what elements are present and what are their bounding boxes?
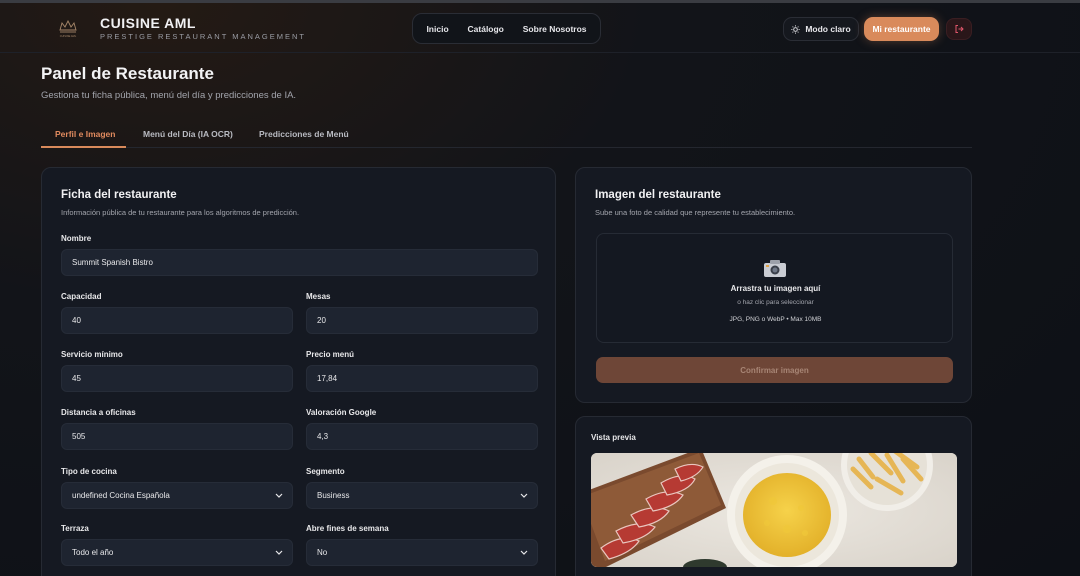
label-capacidad: Capacidad — [61, 292, 102, 301]
image-card-subtitle: Sube una foto de calidad que represente … — [595, 208, 796, 217]
mesas-input[interactable]: 20 — [306, 307, 538, 334]
fines-semana-value: No — [317, 548, 328, 557]
logout-button[interactable] — [946, 18, 972, 40]
logo-lettering: CUISINE AML — [60, 34, 77, 38]
label-terraza: Terraza — [61, 524, 89, 533]
sun-icon — [791, 24, 801, 34]
distancia-oficinas-input[interactable]: 505 — [61, 423, 293, 450]
crown-logo-icon: CUISINE AML — [59, 19, 77, 38]
terraza-select[interactable]: Todo el año — [61, 539, 293, 566]
brand-title: CUISINE AML — [100, 15, 196, 31]
servicio-minimo-input[interactable]: 45 — [61, 365, 293, 392]
dropzone-subtitle: o haz clic para seleccionar — [737, 299, 814, 306]
restaurant-image-card: Imagen del restaurante Sube una foto de … — [575, 167, 972, 403]
image-card-title: Imagen del restaurante — [595, 189, 721, 201]
label-precio-menu: Precio menú — [306, 350, 355, 359]
precio-menu-input[interactable]: 17,84 — [306, 365, 538, 392]
tipo-cocina-select[interactable]: undefined Cocina Española — [61, 482, 293, 509]
page-title: Panel de Restaurante — [41, 64, 214, 83]
label-fines-semana: Abre fines de semana — [306, 524, 389, 533]
chevron-down-icon — [519, 548, 529, 558]
preview-label: Vista previa — [591, 433, 636, 442]
chevron-down-icon — [274, 548, 284, 558]
label-servicio-minimo: Servicio mínimo — [61, 350, 123, 359]
valoracion-google-input[interactable]: 4,3 — [306, 423, 538, 450]
dashboard-tabs: Perfil e Imagen Menú del Día (IA OCR) Pr… — [41, 121, 972, 148]
image-preview-card: Vista previa — [575, 416, 972, 576]
brand-subtitle: PRESTIGE RESTAURANT MANAGEMENT — [100, 32, 306, 41]
fines-semana-select[interactable]: No — [306, 539, 538, 566]
terraza-value: Todo el año — [72, 548, 114, 557]
brand-logo[interactable]: CUISINE AML — [55, 17, 81, 39]
camera-icon — [764, 260, 786, 277]
active-tab-indicator — [41, 146, 126, 148]
segmento-value: Business — [317, 491, 350, 500]
nav-link-catalogo[interactable]: Catálogo — [468, 24, 504, 34]
food-photo — [591, 453, 957, 567]
label-mesas: Mesas — [306, 292, 331, 301]
chevron-down-icon — [519, 491, 529, 501]
segmento-select[interactable]: Business — [306, 482, 538, 509]
logout-icon — [955, 25, 964, 33]
tab-perfil-imagen[interactable]: Perfil e Imagen — [55, 129, 115, 139]
restaurant-profile-card: Ficha del restaurante Información públic… — [41, 167, 556, 576]
label-distancia-oficinas: Distancia a oficinas — [61, 408, 136, 417]
theme-toggle-label: Modo claro — [805, 24, 851, 34]
dropzone-formats: JPG, PNG o WebP • Max 10MB — [729, 316, 822, 323]
page-subtitle: Gestiona tu ficha pública, menú del día … — [41, 90, 297, 101]
chevron-down-icon — [274, 491, 284, 501]
restaurant-preview-image — [591, 453, 957, 567]
tab-menu-del-dia[interactable]: Menú del Día (IA OCR) — [143, 129, 233, 139]
nav-link-inicio[interactable]: Inicio — [426, 24, 448, 34]
nav-link-sobre-nosotros[interactable]: Sobre Nosotros — [523, 24, 587, 34]
theme-toggle-button[interactable]: Modo claro — [783, 17, 859, 41]
label-nombre: Nombre — [61, 234, 92, 243]
profile-card-subtitle: Información pública de tu restaurante pa… — [61, 208, 300, 217]
dropzone-title: Arrastra tu imagen aquí — [730, 284, 821, 293]
main-nav: Inicio Catálogo Sobre Nosotros — [412, 13, 601, 44]
my-restaurant-button[interactable]: Mi restaurante — [864, 17, 939, 41]
label-tipo-cocina: Tipo de cocina — [61, 467, 117, 476]
image-dropzone[interactable]: Arrastra tu imagen aquí o haz clic para … — [596, 233, 953, 343]
nombre-input[interactable]: Summit Spanish Bistro — [61, 249, 538, 276]
profile-card-title: Ficha del restaurante — [61, 189, 177, 201]
tipo-cocina-value: undefined Cocina Española — [72, 491, 170, 500]
label-segmento: Segmento — [306, 467, 345, 476]
capacidad-input[interactable]: 40 — [61, 307, 293, 334]
confirm-image-button[interactable]: Confirmar imagen — [596, 357, 953, 383]
label-valoracion-google: Valoración Google — [306, 408, 377, 417]
top-header: CUISINE AML CUISINE AML PRESTIGE RESTAUR… — [0, 3, 1080, 53]
tab-predicciones-menu[interactable]: Predicciones de Menú — [259, 129, 349, 139]
